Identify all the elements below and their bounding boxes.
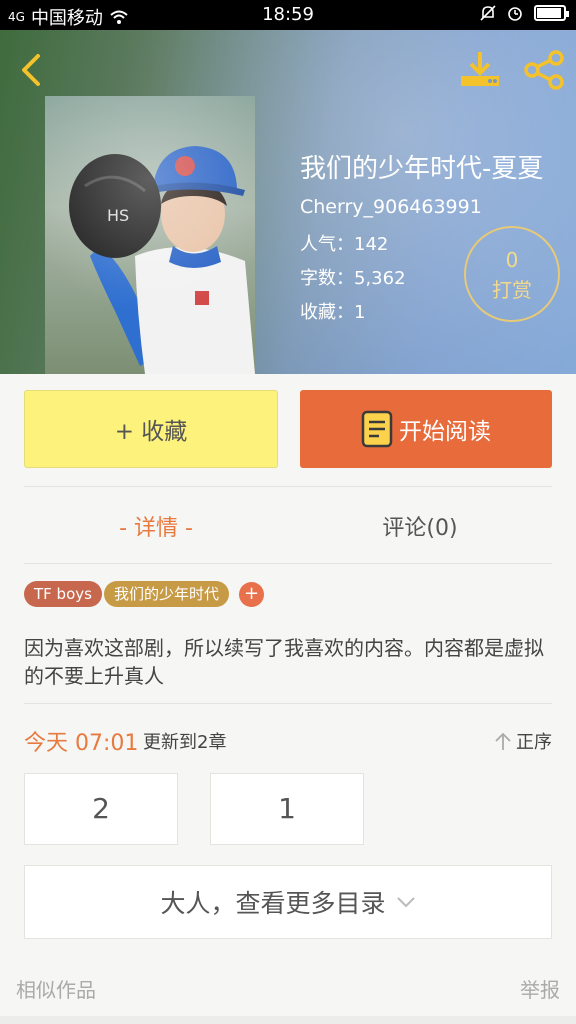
book-icon bbox=[361, 410, 393, 448]
battery-icon bbox=[534, 5, 569, 21]
book-favorites: 收藏：1 bbox=[300, 302, 366, 323]
add-tag-button[interactable]: + bbox=[239, 582, 264, 607]
tag-tfboys[interactable]: TF boys bbox=[24, 581, 102, 607]
status-right bbox=[480, 4, 569, 22]
report-link[interactable]: 举报 bbox=[520, 974, 560, 1003]
chapter-item[interactable]: 1 bbox=[210, 773, 364, 845]
divider bbox=[24, 563, 552, 564]
book-header: HS 我们的少年时代-夏夏 Cherry_906463991 人气：142 字数… bbox=[0, 30, 576, 374]
download-icon[interactable] bbox=[458, 50, 502, 90]
update-status: 更新到2章 bbox=[143, 732, 227, 753]
share-icon[interactable] bbox=[522, 50, 566, 90]
chevron-down-icon bbox=[396, 897, 415, 908]
book-word-count: 字数：5,362 bbox=[300, 268, 406, 289]
book-title: 我们的少年时代-夏夏 bbox=[300, 154, 544, 184]
similar-works-heading: 相似作品 bbox=[16, 978, 96, 1002]
bottom-band bbox=[0, 1016, 576, 1024]
more-catalog-label: 大人，查看更多目录 bbox=[160, 889, 386, 918]
tab-comments[interactable]: 评论(0) bbox=[288, 510, 552, 542]
alarm-icon bbox=[508, 7, 522, 21]
more-catalog-button[interactable]: 大人，查看更多目录 bbox=[24, 865, 552, 939]
update-time: 今天 07:01 bbox=[24, 731, 139, 756]
sort-order-label: 正序 bbox=[516, 732, 552, 753]
tag-series[interactable]: 我们的少年时代 bbox=[104, 581, 230, 607]
collect-button[interactable]: + 收藏 bbox=[24, 390, 278, 468]
divider bbox=[24, 486, 552, 487]
book-popularity: 人气：142 bbox=[300, 234, 389, 255]
chapter-item[interactable]: 2 bbox=[24, 773, 178, 845]
back-icon[interactable] bbox=[14, 50, 50, 90]
start-reading-label: 开始阅读 bbox=[399, 419, 491, 445]
sort-order-toggle[interactable]: 正序 bbox=[494, 728, 552, 754]
start-reading-button[interactable]: 开始阅读 bbox=[300, 390, 552, 468]
mute-icon bbox=[480, 5, 496, 21]
reward-button[interactable]: 0 打赏 bbox=[464, 226, 560, 322]
collect-button-label: + 收藏 bbox=[114, 419, 188, 445]
book-author[interactable]: Cherry_906463991 bbox=[300, 196, 482, 218]
book-description: 因为喜欢这部剧，所以续写了我喜欢的内容。内容都是虚拟的不要上升真人 bbox=[24, 636, 544, 688]
reward-label: 打赏 bbox=[492, 278, 532, 302]
divider bbox=[24, 703, 552, 704]
book-cover-image[interactable]: HS bbox=[45, 96, 255, 374]
reward-count: 0 bbox=[505, 248, 519, 272]
status-bar: 4G 中国移动 18:59 bbox=[0, 0, 576, 30]
arrow-up-icon bbox=[495, 732, 511, 750]
tab-details[interactable]: - 详情 - bbox=[24, 510, 288, 542]
